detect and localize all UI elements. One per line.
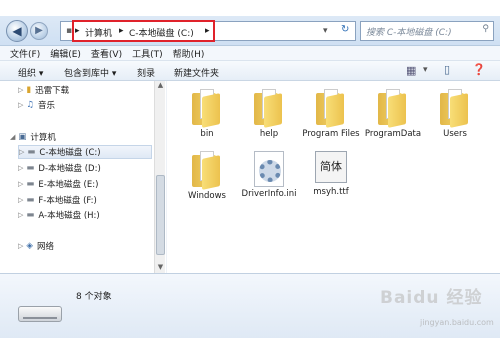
- font-file-icon: 简体: [315, 151, 347, 183]
- expand-icon[interactable]: ▷: [18, 196, 23, 204]
- file-label: ProgramData: [364, 129, 422, 139]
- file-item-help[interactable]: help: [237, 89, 301, 140]
- file-item-bin[interactable]: bin: [175, 89, 239, 140]
- file-view: bin help Program Files ProgramData Users…: [166, 81, 500, 273]
- view-options-icon[interactable]: ▦: [406, 64, 416, 77]
- menu-file[interactable]: 文件(F): [10, 47, 40, 60]
- sidebar-scrollbar[interactable]: ▲ ▼: [154, 81, 165, 273]
- search-placeholder: 搜索 C-本地磁盘 (C:): [366, 28, 452, 38]
- drive-icon: ▬: [26, 210, 35, 220]
- sidebar-item-label: 迅雷下载: [35, 86, 70, 96]
- folder-icon: [378, 89, 408, 128]
- file-label: msyh.ttf: [313, 187, 349, 197]
- sidebar-item-h-drive[interactable]: ▷ ▬ A-本地磁盘 (H:): [18, 208, 100, 222]
- sidebar-item-computer[interactable]: ◢ ▣ 计算机: [10, 130, 56, 144]
- expand-icon[interactable]: ▷: [18, 211, 23, 219]
- back-button[interactable]: ◀: [6, 20, 28, 42]
- expand-icon[interactable]: ▷: [18, 164, 23, 172]
- file-label: Program Files: [302, 129, 360, 139]
- include-in-library-button[interactable]: 包含到库中 ▾: [64, 66, 116, 79]
- file-item-program-files[interactable]: Program Files: [299, 89, 363, 140]
- watermark-url: jingyan.baidu.com: [420, 318, 494, 327]
- address-dropdown-icon[interactable]: ▾: [323, 26, 328, 36]
- settings-file-icon: [254, 151, 284, 187]
- expand-icon[interactable]: ▷: [18, 180, 23, 188]
- folder-icon: [192, 89, 222, 128]
- scroll-down-icon[interactable]: ▼: [155, 263, 166, 273]
- back-arrow-icon: ◀: [12, 24, 22, 38]
- file-label: DriverInfo.ini: [241, 189, 297, 199]
- file-label: Windows: [188, 191, 226, 201]
- computer-icon: ▣: [18, 132, 27, 142]
- new-folder-button[interactable]: 新建文件夹: [174, 66, 219, 79]
- forward-arrow-icon: ▶: [35, 25, 43, 36]
- annotation-highlight-box: [72, 20, 215, 42]
- sidebar-item-c-drive[interactable]: ▷ ▬ C-本地磁盘 (C:): [18, 145, 152, 159]
- expand-icon[interactable]: ▷: [19, 148, 24, 156]
- forward-button[interactable]: ▶: [30, 22, 48, 40]
- sidebar-item-label: 网络: [36, 242, 54, 252]
- file-item-windows[interactable]: Windows: [175, 151, 239, 202]
- sidebar-item-label: F-本地磁盘 (F:): [38, 196, 97, 206]
- sidebar-item-d-drive[interactable]: ▷ ▬ D-本地磁盘 (D:): [18, 161, 101, 175]
- expand-icon[interactable]: ▷: [18, 101, 23, 109]
- search-input[interactable]: 搜索 C-本地磁盘 (C:) ⚲: [360, 21, 494, 41]
- file-label: bin: [200, 129, 214, 139]
- preview-pane-icon[interactable]: ▯: [444, 63, 450, 76]
- navigation-pane: ▷ ▮ 迅雷下载 ▷ ♫ 音乐 ◢ ▣ 计算机 ▷ ▬ C-本地磁盘 (C:) …: [0, 81, 165, 273]
- sidebar-item-label: 音乐: [38, 101, 56, 111]
- menu-tools[interactable]: 工具(T): [132, 47, 163, 60]
- command-bar: 组织 ▾ 包含到库中 ▾ 刻录 新建文件夹 ▦ ▾ ▯ ❓: [0, 61, 500, 81]
- file-label: Users: [443, 129, 467, 139]
- help-icon[interactable]: ❓: [472, 63, 486, 76]
- menu-view[interactable]: 查看(V): [91, 47, 122, 60]
- sidebar-item-xunlei[interactable]: ▷ ▮ 迅雷下载: [18, 83, 69, 97]
- folder-icon: [440, 89, 470, 128]
- expand-icon[interactable]: ▷: [18, 86, 23, 94]
- burn-button[interactable]: 刻录: [137, 66, 155, 79]
- watermark-text: Baidu 经验: [380, 288, 483, 308]
- drive-icon: ▬: [26, 179, 35, 189]
- menu-bar: 文件(F) 编辑(E) 查看(V) 工具(T) 帮助(H): [0, 46, 500, 61]
- menu-help[interactable]: 帮助(H): [173, 47, 205, 60]
- view-dropdown-icon[interactable]: ▾: [423, 65, 428, 75]
- sidebar-item-e-drive[interactable]: ▷ ▬ E-本地磁盘 (E:): [18, 177, 98, 191]
- menu-edit[interactable]: 编辑(E): [50, 47, 81, 60]
- scrollbar-thumb[interactable]: [156, 175, 165, 255]
- expand-icon[interactable]: ▷: [18, 242, 23, 250]
- file-item-users[interactable]: Users: [423, 89, 487, 140]
- folder-icon: [316, 89, 346, 128]
- folder-icon: [192, 151, 222, 190]
- sidebar-item-label: 计算机: [30, 133, 56, 143]
- drive-large-icon: [18, 306, 62, 322]
- music-icon: ♫: [26, 100, 35, 110]
- drive-icon: ▬: [26, 163, 35, 173]
- search-icon[interactable]: ⚲: [482, 24, 489, 34]
- item-count: 8 个对象: [76, 292, 112, 302]
- drive-icon: ▬: [27, 147, 36, 157]
- organize-button[interactable]: 组织 ▾: [18, 66, 43, 79]
- sidebar-item-label: D-本地磁盘 (D:): [38, 164, 101, 174]
- sidebar-item-network[interactable]: ▷ ◈ 网络: [18, 239, 54, 253]
- file-label: help: [259, 129, 279, 139]
- folder-icon: ▮: [26, 85, 32, 95]
- sidebar-item-f-drive[interactable]: ▷ ▬ F-本地磁盘 (F:): [18, 193, 97, 207]
- refresh-icon[interactable]: ↻: [341, 24, 349, 35]
- scroll-up-icon[interactable]: ▲: [155, 81, 166, 91]
- file-item-driverinfo[interactable]: DriverInfo.ini: [237, 151, 301, 200]
- sidebar-item-music[interactable]: ▷ ♫ 音乐: [18, 98, 55, 112]
- file-item-msyh[interactable]: 简体 msyh.ttf: [299, 151, 363, 198]
- folder-icon: [254, 89, 284, 128]
- sidebar-item-label: A-本地磁盘 (H:): [38, 211, 100, 221]
- sidebar-item-label: E-本地磁盘 (E:): [38, 180, 99, 190]
- file-item-programdata[interactable]: ProgramData: [361, 89, 425, 140]
- sidebar-item-label: C-本地磁盘 (C:): [39, 148, 101, 158]
- drive-icon: ▬: [26, 195, 35, 205]
- network-icon: ◈: [26, 241, 33, 251]
- collapse-icon[interactable]: ◢: [10, 133, 15, 141]
